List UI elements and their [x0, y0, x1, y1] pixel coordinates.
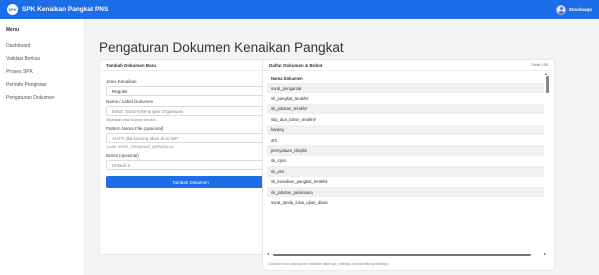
nama-dokumen-hint: Digunakan untuk slug dan tampilan.: [106, 118, 157, 122]
vertical-scrollbar[interactable]: ▴: [545, 71, 550, 250]
vertical-scroll-thumb[interactable]: [546, 76, 549, 93]
bobot-input[interactable]: Default 5: [106, 160, 275, 170]
table-row: surat_tanda_lulus_ujian_dinas: [271, 199, 328, 205]
sidebar-heading: Menu: [6, 27, 20, 33]
top-navbar: SPK SPK Kenaikan Pangkat PNS Stoodaaqo: [0, 0, 599, 19]
table-row: sk_jabatan_pelaksana: [267, 186, 544, 198]
page-title: Pengaturan Dokumen Kenaikan Pangkat: [99, 40, 344, 55]
table-header-nama-dokumen: Nama Dokumen: [271, 76, 303, 81]
sidebar: Menu Dashboard Validasi Berkas Proses SP…: [0, 19, 85, 275]
sidebar-item-proses-spk[interactable]: Proses SPK: [0, 65, 84, 78]
app-title[interactable]: SPK Kenaikan Pangkat PNS: [22, 6, 108, 13]
table-row: sk_kenaikan_pangkat_terakhir: [271, 179, 328, 185]
scroll-left-arrow-icon[interactable]: ◂: [267, 251, 269, 256]
table-row: drh: [271, 137, 278, 143]
table-row: sk_pns: [267, 166, 544, 177]
main-content: Pengaturan Dokumen Kenaikan Pangkat Tamb…: [85, 19, 599, 275]
document-list-footer-note: Dokumen baru disimpan ke database (tabel…: [269, 262, 390, 266]
app-logo: SPK: [7, 4, 18, 15]
user-menu[interactable]: Stoodaaqo: [555, 4, 592, 15]
nama-dokumen-label: Nama / Label Dokumen: [106, 99, 154, 104]
add-document-card: Tambah Dokumen Baru Jenis Kenaikan Regul…: [99, 59, 282, 255]
document-table: Nama Dokumen surat_pengantar sk_pangkat_…: [267, 74, 544, 251]
pattern-nama-file-label: Pattern Nama File (opsional): [106, 126, 164, 131]
table-row: pernyataan_disiplin: [267, 145, 544, 156]
pattern-nama-file-hint: Contoh: SURAT_ORGANISASI_{NIPBARU}.pdf: [106, 145, 174, 149]
document-total-count: Total: 135: [531, 63, 548, 67]
horizontal-scrollbar[interactable]: ◂ ▸: [267, 251, 546, 257]
table-row: surat_pengantar: [267, 83, 544, 94]
avatar[interactable]: [555, 4, 566, 15]
document-list-card: Daftar Dokumen & Bobot Total: 135 Nama D…: [262, 59, 555, 271]
sidebar-item-pengaturan-dokumen[interactable]: Pengaturan Dokumen: [0, 91, 84, 104]
horizontal-scroll-thumb[interactable]: [273, 253, 531, 256]
jenis-kenaikan-select[interactable]: Reguler ⌄: [106, 86, 275, 96]
jenis-kenaikan-label: Jenis Kenaikan: [106, 79, 137, 84]
sidebar-item-dashboard[interactable]: Dashboard: [0, 39, 84, 52]
table-row: sk_cpns: [271, 158, 287, 164]
add-document-button[interactable]: Tambah Dokumen: [106, 176, 275, 188]
table-row: karpeg: [267, 124, 544, 135]
nama-dokumen-input[interactable]: Misal: Surat Keterangan Organisasi: [106, 106, 275, 116]
table-row: sk_pangkat_terakhir: [271, 96, 309, 102]
pattern-nama-file-input[interactable]: AUTO jika kosong akan di isi NIP: [106, 133, 275, 143]
jenis-kenaikan-value: Reguler: [112, 88, 128, 94]
document-list-title: Daftar Dokumen & Bobot: [269, 62, 323, 68]
bobot-label: Bobot (opsional): [106, 153, 139, 158]
table-row: skp_dua_tahun_terakhir: [271, 116, 316, 122]
table-row: sk_jabatan_terakhir: [267, 103, 544, 115]
sidebar-item-periode-pengisian[interactable]: Periode Pengisian: [0, 78, 84, 91]
user-name[interactable]: Stoodaaqo: [569, 7, 592, 12]
sidebar-item-validasi-berkas[interactable]: Validasi Berkas: [0, 52, 84, 65]
add-document-card-title: Tambah Dokumen Baru: [100, 60, 281, 71]
scroll-right-arrow-icon[interactable]: ▸: [544, 251, 546, 256]
